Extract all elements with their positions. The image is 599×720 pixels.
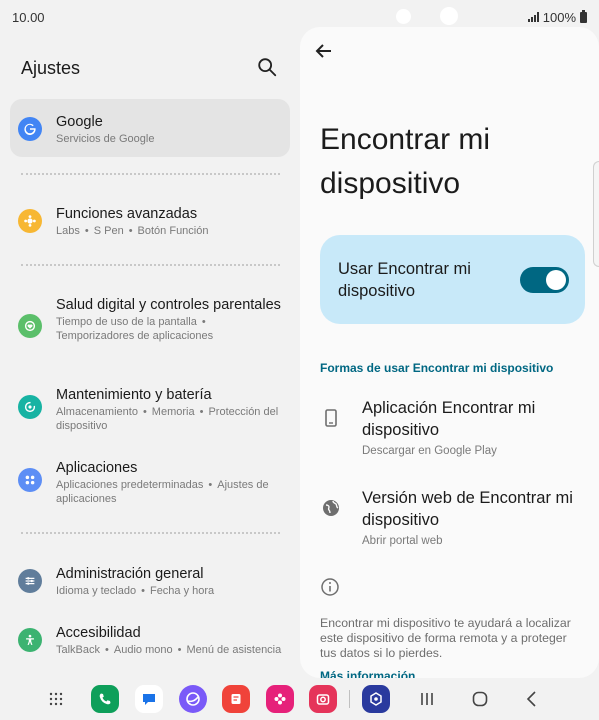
page-title: Ajustes — [21, 57, 81, 78]
settings-item-digital-wellbeing[interactable]: Salud digital y controles parentales Tie… — [10, 296, 290, 343]
google-icon — [18, 117, 42, 141]
item-subtitle: Idioma y teclado • Fecha y hora — [56, 585, 215, 597]
find-my-device-switch[interactable] — [520, 266, 569, 293]
divider — [21, 532, 280, 534]
general-management-icon — [18, 569, 42, 593]
signal-icon — [527, 12, 539, 22]
find-my-device-pane: Encontrar mi dispositivo Usar Encontrar … — [300, 27, 599, 678]
messages-app-icon[interactable] — [135, 685, 163, 713]
item-title: Mantenimiento y batería — [56, 387, 212, 403]
battery-icon — [580, 9, 587, 23]
edge-panel-handle[interactable] — [593, 161, 599, 267]
digital-wellbeing-icon — [18, 314, 42, 338]
item-subtitle: Aplicaciones predeterminadas • Ajustes de … — [56, 479, 269, 505]
search-icon — [258, 58, 277, 77]
item-title: Aplicaciones — [56, 460, 138, 476]
item-title: Accesibilidad — [56, 625, 141, 641]
settings-item-accessibility[interactable]: Accesibilidad TalkBack • Audio mono • Menú d… — [10, 624, 290, 658]
item-title: Funciones avanzadas — [56, 206, 198, 222]
battery-percent: 100% — [542, 9, 576, 25]
recent-apps-button[interactable] — [417, 689, 437, 709]
settings-header: Ajustes — [0, 34, 300, 102]
info-description: Encontrar mi dispositivo te ayudará a lo… — [320, 616, 571, 660]
section-header: Formas de usar Encontrar mi dispositivo — [320, 361, 554, 375]
accessibility-icon — [18, 628, 42, 652]
nav-divider — [349, 690, 350, 708]
app-drawer-icon — [49, 692, 63, 706]
back-button[interactable] — [314, 41, 334, 61]
info-icon — [321, 578, 339, 596]
option-title: Versión web de Encontrar mi dispositivo — [362, 489, 573, 529]
item-title: Salud digital y controles parentales — [56, 297, 281, 313]
option-subtitle: Descargar en Google Play — [362, 445, 497, 457]
home-icon — [472, 691, 488, 707]
phone-app-icon[interactable] — [91, 685, 119, 713]
option-web[interactable]: Versión web de Encontrar mi dispositivo … — [320, 487, 585, 547]
search-button[interactable] — [256, 56, 280, 80]
find-my-device-toggle-card[interactable]: Usar Encontrar mi dispositivo — [320, 235, 585, 324]
item-subtitle: Tiempo de uso de la pantalla • Temporizado… — [56, 316, 214, 342]
item-subtitle: Labs • S Pen • Botón Función — [56, 225, 209, 237]
recent-apps-icon — [421, 693, 433, 705]
more-info-link[interactable]: Más información — [320, 669, 415, 678]
item-subtitle: Servicios de Google — [56, 133, 155, 145]
advanced-features-icon — [18, 209, 42, 233]
bixby-app-icon[interactable] — [266, 685, 294, 713]
settings-item-google[interactable]: Google Servicios de Google — [10, 99, 290, 157]
notes-app-icon[interactable] — [222, 685, 250, 713]
camera-app-icon[interactable] — [309, 685, 337, 713]
detail-title: Encontrar mi dispositivo — [320, 123, 491, 200]
settings-item-advanced-features[interactable]: Funciones avanzadas Labs • S Pen • Botón Fun… — [10, 205, 290, 239]
divider — [21, 264, 280, 266]
maintenance-icon — [18, 395, 42, 419]
settings-item-general-management[interactable]: Administración general Idioma y teclado •… — [10, 565, 290, 599]
option-title: Aplicación Encontrar mi dispositivo — [362, 399, 536, 439]
settings-item-maintenance[interactable]: Mantenimiento y batería Almacenamiento • M… — [10, 386, 290, 433]
home-button[interactable] — [470, 689, 490, 709]
security-app-icon[interactable] — [362, 685, 390, 713]
settings-item-apps[interactable]: Aplicaciones Aplicaciones predeterminada… — [10, 459, 290, 506]
item-title: Google — [56, 114, 103, 130]
app-drawer-button[interactable] — [46, 689, 66, 709]
camera-cutout — [396, 9, 411, 24]
camera-cutout — [440, 7, 458, 25]
phone-icon — [325, 409, 337, 427]
globe-icon — [323, 500, 339, 516]
option-subtitle: Abrir portal web — [362, 535, 443, 547]
arrow-left-icon — [315, 44, 331, 58]
internet-app-icon[interactable] — [179, 685, 207, 713]
navigation-bar — [0, 680, 599, 720]
chevron-left-icon — [526, 691, 536, 707]
status-time: 10.00 — [12, 9, 45, 25]
status-right: 100% — [527, 9, 587, 25]
apps-icon — [18, 468, 42, 492]
back-nav-button[interactable] — [522, 689, 542, 709]
item-title: Administración general — [56, 566, 204, 582]
item-subtitle: Almacenamiento • Memoria • Protección del di… — [56, 406, 279, 432]
item-subtitle: TalkBack • Audio mono • Menú de asistencia — [56, 644, 282, 656]
toggle-label: Usar Encontrar mi dispositivo — [338, 259, 471, 300]
settings-list-pane: Ajustes Google Servicios de Google Funci… — [0, 34, 300, 680]
divider — [21, 173, 280, 175]
option-app[interactable]: Aplicación Encontrar mi dispositivo Desc… — [320, 397, 585, 457]
